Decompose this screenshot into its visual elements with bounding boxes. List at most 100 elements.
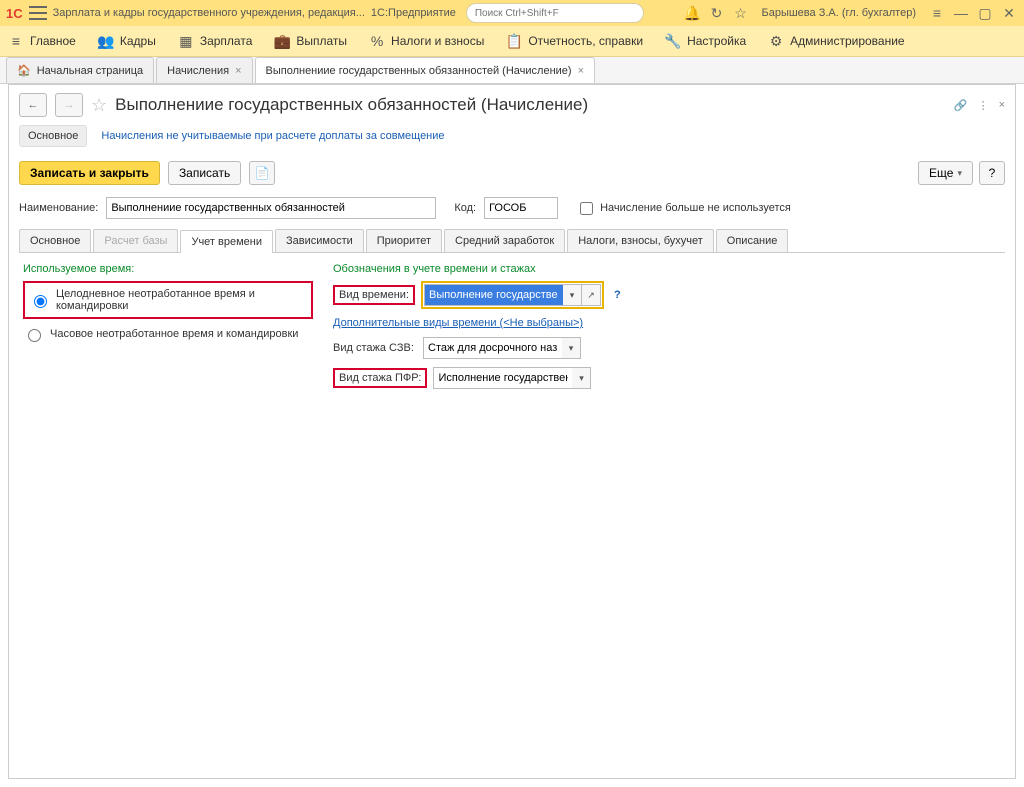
radio1-label: Целодневное неотработанное время и коман… [56, 288, 307, 312]
menu-zarplata[interactable]: ▦ Зарплата [178, 33, 253, 49]
search-input[interactable] [466, 3, 644, 23]
content-area: ← → ☆ Выполнениие государственных обязан… [8, 84, 1016, 779]
platform-title: 1С:Предприятие [371, 7, 456, 19]
command-bar: Записать и закрыть Записать 📄 Еще ? [9, 155, 1015, 191]
open-icon[interactable]: ↗ [582, 284, 601, 306]
close-icon[interactable]: ✕ [1000, 4, 1018, 22]
page-title: Выполнениие государственных обязанностей… [115, 95, 588, 115]
right-section-title: Обозначения в учете времени и стажах [333, 263, 621, 275]
itab-zavisimosti[interactable]: Зависимости [275, 229, 364, 252]
chevron-down-icon[interactable]: ▾ [563, 284, 582, 306]
sub-nav: Основное Начисления не учитываемые при р… [9, 125, 1015, 155]
name-input[interactable] [106, 197, 436, 219]
tab-nachisleniya[interactable]: Начисления × [156, 57, 252, 83]
help-button[interactable]: ? [979, 161, 1005, 185]
radio1-wrap[interactable]: Целодневное неотработанное время и коман… [29, 285, 307, 315]
name-row: Наименование: Код: Начисление больше не … [9, 191, 1015, 225]
menu-otchet[interactable]: 📋 Отчетность, справки [506, 33, 643, 49]
tab-label: Выполнениие государственных обязанностей… [266, 65, 572, 77]
tab-current[interactable]: Выполнениие государственных обязанностей… [255, 57, 596, 83]
pfr-combo[interactable]: ▾ [433, 367, 591, 389]
tab-home[interactable]: 🏠 Начальная страница [6, 57, 154, 83]
home-icon: 🏠 [17, 64, 31, 77]
chevron-down-icon[interactable]: ▾ [572, 367, 591, 389]
link-nachisleniya[interactable]: Начисления не учитываемые при расчете до… [101, 130, 444, 142]
vid-vremeni-label: Вид времени: [333, 285, 415, 305]
chevron-down-icon[interactable]: ▾ [562, 337, 581, 359]
pfr-input[interactable] [433, 367, 572, 389]
back-button[interactable]: ← [19, 93, 47, 117]
help-icon[interactable]: ? [614, 289, 621, 301]
maximize-icon[interactable]: ▢ [976, 4, 994, 22]
close-icon[interactable]: × [578, 65, 584, 77]
inner-tabs: Основное Расчет базы Учет времени Зависи… [19, 229, 1005, 253]
menu-admin[interactable]: ⚙Администрирование [768, 33, 904, 49]
itab-opisanie[interactable]: Описание [716, 229, 789, 252]
bell-icon[interactable]: 🔔 [684, 4, 702, 22]
szv-input[interactable] [423, 337, 562, 359]
save-close-button[interactable]: Записать и закрыть [19, 161, 160, 185]
itab-raschet[interactable]: Расчет базы [93, 229, 178, 252]
menu-icon[interactable] [29, 6, 47, 20]
table-icon: ▦ [178, 33, 194, 49]
menu-label: Зарплата [200, 34, 253, 48]
wrench-icon: 🔧 [665, 33, 681, 49]
report-icon: 📋 [506, 33, 522, 49]
menu-label: Отчетность, справки [528, 34, 643, 48]
not-used-checkbox[interactable] [580, 202, 593, 215]
menu-main[interactable]: ≡Главное [8, 33, 76, 49]
dop-vidy-link[interactable]: Дополнительные виды времени (<Не выбраны… [333, 317, 583, 329]
user-name[interactable]: Барышева З.А. (гл. бухгалтер) [762, 7, 917, 19]
favorite-button[interactable]: ☆ [91, 95, 107, 116]
logo-1c: 1C [6, 6, 23, 21]
menu-nalogi[interactable]: %Налоги и взносы [369, 33, 484, 49]
menu-kadry[interactable]: 👥Кадры [98, 33, 156, 49]
page-header: ← → ☆ Выполнениие государственных обязан… [9, 85, 1015, 125]
main-menu: ≡Главное 👥Кадры ▦ Зарплата 💼 Выплаты %Нало… [0, 26, 1024, 57]
menu-label: Главное [30, 34, 76, 48]
pfr-label: Вид стажа ПФР: [333, 368, 427, 388]
global-search[interactable] [466, 3, 644, 23]
minimize-icon[interactable]: — [952, 4, 970, 22]
menu-label: Администрирование [790, 34, 904, 48]
more-icon[interactable]: ⋮ [978, 99, 989, 112]
pfr-row: Вид стажа ПФР: ▾ [333, 367, 621, 389]
code-input[interactable] [484, 197, 558, 219]
forward-button[interactable]: → [55, 93, 83, 117]
menu-nastroika[interactable]: 🔧Настройка [665, 33, 746, 49]
close-page-icon[interactable]: × [999, 99, 1005, 112]
not-used-label: Начисление больше не используется [600, 202, 791, 214]
save-button[interactable]: Записать [168, 161, 241, 185]
szv-combo[interactable]: ▾ [423, 337, 581, 359]
wallet-icon: 💼 [274, 33, 290, 49]
menu-label: Выплаты [296, 34, 347, 48]
itab-uchet[interactable]: Учет времени [180, 230, 273, 253]
tab-label: Начисления [167, 65, 229, 77]
radio2-wrap[interactable]: Часовое неотработанное время и командиро… [23, 323, 313, 345]
star-icon[interactable]: ☆ [732, 4, 750, 22]
itab-sredniy[interactable]: Средний заработок [444, 229, 565, 252]
code-label: Код: [454, 202, 476, 214]
vid-vremeni-combo[interactable]: ▾ ↗ [424, 284, 601, 306]
chip-osnovnoe[interactable]: Основное [19, 125, 87, 147]
people-icon: 👥 [98, 33, 114, 49]
not-used-checkbox-wrap[interactable]: Начисление больше не используется [576, 199, 791, 218]
itab-prioritet[interactable]: Приоритет [366, 229, 442, 252]
itab-nalogi[interactable]: Налоги, взносы, бухучет [567, 229, 714, 252]
close-icon[interactable]: × [235, 65, 241, 77]
name-label: Наименование: [19, 202, 98, 214]
vid-vremeni-input[interactable] [424, 284, 563, 306]
document-button[interactable]: 📄 [249, 161, 275, 185]
app-title: Зарплата и кадры государственного учрежд… [53, 7, 365, 19]
more-button[interactable]: Еще [918, 161, 973, 185]
tab-label: Начальная страница [37, 65, 143, 77]
radio-daily[interactable] [34, 295, 47, 308]
menu-vyplaty[interactable]: 💼 Выплаты [274, 33, 347, 49]
radio-hourly[interactable] [28, 329, 41, 342]
itab-osnovnoe[interactable]: Основное [19, 229, 91, 252]
document-tabs: 🏠 Начальная страница Начисления × Выполнен… [0, 57, 1024, 84]
history-icon[interactable]: ↻ [708, 4, 726, 22]
settings-icon[interactable]: ≡ [928, 4, 946, 22]
link-icon[interactable]: 🔗 [954, 99, 968, 112]
percent-icon: % [369, 33, 385, 49]
